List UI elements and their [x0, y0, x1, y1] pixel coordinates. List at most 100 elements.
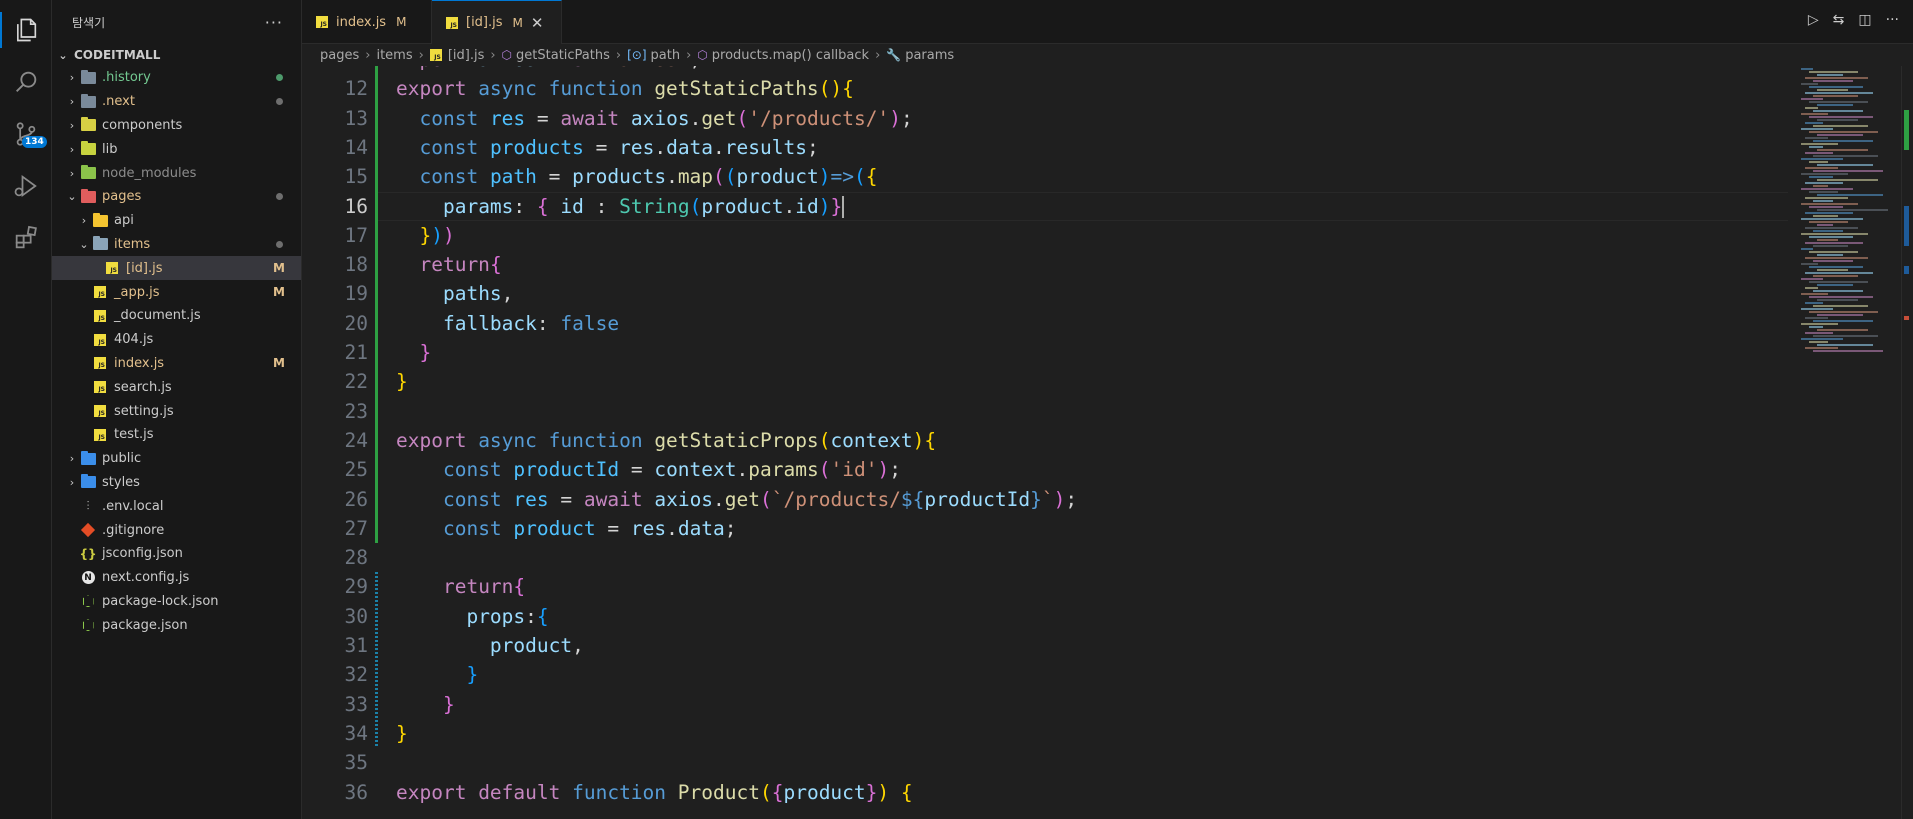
code-line[interactable]: 17 })): [302, 221, 1791, 250]
file-item[interactable]: JS _app.js M: [52, 280, 301, 304]
file-item[interactable]: Nnext.config.js: [52, 566, 301, 590]
folder-item[interactable]: › .next: [52, 90, 301, 114]
run-debug-icon[interactable]: [0, 162, 52, 210]
code-editor[interactable]: 11 import axios from 'axios'; 12 export asy…: [302, 66, 1791, 819]
file-item[interactable]: package.json: [52, 613, 301, 637]
folder-item[interactable]: › .history: [52, 66, 301, 90]
tab-index-js[interactable]: JS index.js M: [302, 0, 432, 44]
folder-item[interactable]: › node_modules: [52, 161, 301, 185]
breadcrumb-item[interactable]: 🔧 params: [886, 48, 954, 63]
code-line[interactable]: 22}: [302, 367, 1791, 396]
code-token: Product: [677, 780, 760, 804]
more-actions-icon[interactable]: ···: [1886, 12, 1899, 28]
file-item[interactable]: package-lock.json: [52, 590, 301, 614]
file-item[interactable]: JS _document.js: [52, 304, 301, 328]
code-line[interactable]: 26 const res = await axios.get(`/product…: [302, 485, 1791, 514]
extensions-icon[interactable]: [0, 214, 52, 262]
more-actions-icon[interactable]: ···: [265, 13, 283, 32]
file-item[interactable]: JS 404.js: [52, 328, 301, 352]
folder-item[interactable]: › lib: [52, 137, 301, 161]
minimap-line: [1817, 149, 1868, 151]
tree-item-label: package.json: [102, 617, 188, 633]
code-token: function: [548, 428, 655, 452]
folder-shape: [80, 165, 96, 180]
git-modified-badge: M: [273, 285, 285, 300]
workspace-root[interactable]: ⌄ CODEITMALL: [52, 44, 301, 66]
chevron-right-icon: ›: [875, 47, 881, 63]
vertical-scrollbar[interactable]: [1901, 66, 1913, 819]
code-line[interactable]: 20 fallback: false: [302, 309, 1791, 338]
source-control-icon[interactable]: 134: [0, 110, 52, 158]
breadcrumb-item[interactable]: [⊙] path: [627, 48, 680, 63]
breadcrumb-item[interactable]: items: [376, 48, 412, 63]
git-status-dot: [276, 240, 283, 248]
close-icon[interactable]: ✕: [531, 14, 544, 32]
code-line[interactable]: 23: [302, 397, 1791, 426]
code-token: ): [818, 165, 831, 189]
folder-shape: [80, 474, 96, 489]
code-line[interactable]: 21 }: [302, 338, 1791, 367]
compare-changes-icon[interactable]: ⇆: [1833, 12, 1845, 28]
folder-icon: [80, 165, 96, 181]
minimap-line: [1801, 263, 1818, 265]
code-line[interactable]: 32 }: [302, 660, 1791, 689]
explorer-icon[interactable]: [0, 6, 52, 54]
file-item[interactable]: {} jsconfig.json: [52, 542, 301, 566]
code-text: export async function getStaticPaths(){: [396, 74, 854, 103]
breadcrumb-item[interactable]: ⬡ products.map() callback: [697, 48, 869, 63]
minimap-line: [1813, 170, 1883, 172]
folder-item[interactable]: › components: [52, 114, 301, 138]
file-item[interactable]: JS index.js M: [52, 352, 301, 376]
breadcrumb-item[interactable]: JS [id].js: [429, 48, 484, 63]
breadcrumb-item[interactable]: pages: [320, 48, 359, 63]
file-item[interactable]: JS setting.js: [52, 399, 301, 423]
code-line[interactable]: 28: [302, 543, 1791, 572]
minimap-line: [1817, 254, 1843, 256]
code-token: return: [442, 575, 514, 599]
code-line[interactable]: 33 }: [302, 690, 1791, 719]
file-item[interactable]: ⫶ .env.local: [52, 494, 301, 518]
tab-id-js[interactable]: JS [id].js M ✕: [432, 0, 562, 44]
code-line[interactable]: 18 return{: [302, 250, 1791, 279]
run-icon[interactable]: ▷: [1808, 12, 1819, 28]
code-token: product: [513, 516, 596, 540]
code-line[interactable]: 25 const productId = context.params('id'…: [302, 455, 1791, 484]
file-item[interactable]: .gitignore: [52, 518, 301, 542]
folder-item[interactable]: › styles: [52, 471, 301, 495]
file-item[interactable]: JS search.js: [52, 375, 301, 399]
breadcrumb-item[interactable]: ⬡ getStaticPaths: [502, 48, 610, 63]
code-token: }: [396, 370, 408, 394]
split-editor-icon[interactable]: ◫: [1858, 12, 1871, 28]
code-line[interactable]: 36 export default function Product({produ…: [302, 778, 1791, 807]
file-item[interactable]: JS test.js: [52, 423, 301, 447]
code-line[interactable]: 29 return{: [302, 572, 1791, 601]
line-number: 27: [344, 516, 368, 540]
code-line[interactable]: 30 props:{: [302, 602, 1791, 631]
code-text: const res = await axios.get(`/products/$…: [396, 485, 1077, 514]
minimap[interactable]: [1791, 66, 1901, 819]
code-line[interactable]: 15 const path = products.map((product)=>…: [302, 162, 1791, 191]
code-line[interactable]: 35: [302, 748, 1791, 777]
code-line[interactable]: 13 const res = await axios.get('/product…: [302, 104, 1791, 133]
code-token: products: [489, 135, 584, 159]
code-line[interactable]: 12 export async function getStaticPaths()…: [302, 74, 1791, 103]
js-badge: JS: [94, 405, 106, 418]
chevron-down-icon: ⌄: [58, 48, 68, 62]
code-line[interactable]: 11 import axios from 'axios';: [302, 66, 1791, 74]
code-line[interactable]: 16 params: { id : String(product.id)}: [302, 192, 1791, 221]
code-line[interactable]: 14 const products = res.data.results;: [302, 133, 1791, 162]
folder-item[interactable]: › public: [52, 447, 301, 471]
code-line[interactable]: 27 const product = res.data;: [302, 514, 1791, 543]
folder-item[interactable]: › api: [52, 209, 301, 233]
tree-item-label: api: [114, 213, 134, 229]
code-token: data: [677, 516, 725, 540]
code-line[interactable]: 31 product,: [302, 631, 1791, 660]
search-icon[interactable]: [0, 58, 52, 106]
code-line[interactable]: 24 export async function getStaticProps(c…: [302, 426, 1791, 455]
file-item[interactable]: JS [id].js M: [52, 256, 301, 281]
code-line[interactable]: 19 paths,: [302, 279, 1791, 308]
folder-item[interactable]: ⌄ items: [52, 233, 301, 257]
folder-item[interactable]: ⌄ pages: [52, 185, 301, 209]
code-line[interactable]: 34}: [302, 719, 1791, 748]
